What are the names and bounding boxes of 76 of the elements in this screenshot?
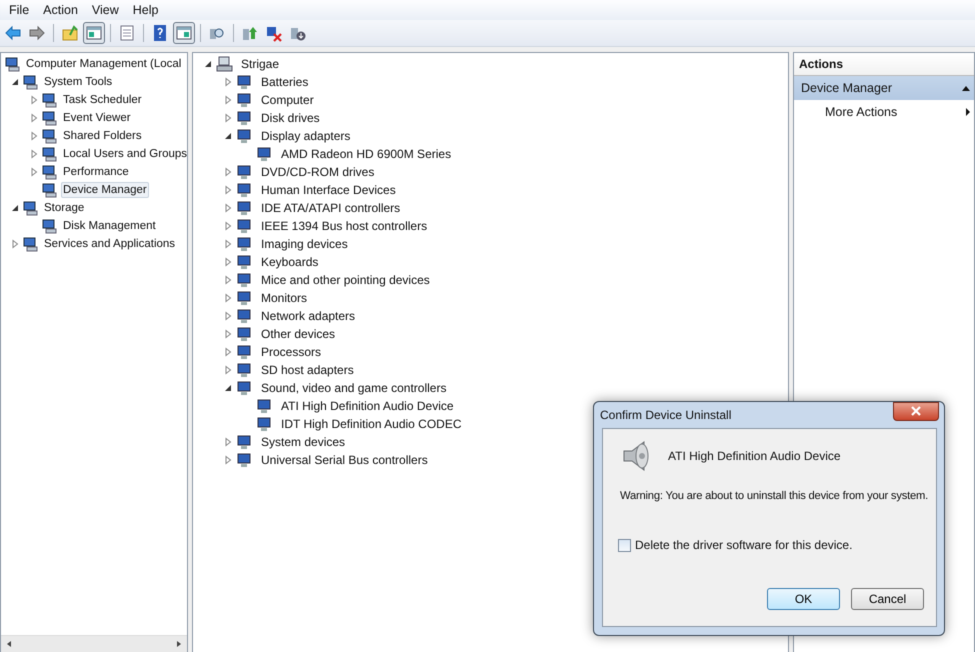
tree-node-icon bbox=[42, 128, 58, 144]
tree-item[interactable]: Computer Management (Local bbox=[24, 56, 184, 72]
tree-node-icon bbox=[23, 236, 39, 252]
tree-item[interactable]: IEEE 1394 Bus host controllers bbox=[258, 217, 430, 235]
back-arrow-icon bbox=[4, 24, 22, 42]
computer-icon bbox=[216, 56, 234, 72]
menu-item[interactable]: Action bbox=[36, 3, 85, 17]
folder-icon bbox=[61, 24, 79, 42]
tree-item[interactable]: Services and Applications bbox=[42, 236, 178, 252]
tree-node-icon bbox=[23, 74, 39, 90]
menu-item[interactable]: Help bbox=[126, 3, 166, 17]
menu-item[interactable]: View bbox=[84, 3, 126, 17]
checkbox[interactable] bbox=[618, 538, 631, 552]
toolbar-button[interactable] bbox=[173, 22, 195, 44]
tree-item[interactable]: IDT High Definition Audio CODEC bbox=[278, 415, 465, 433]
list-icon bbox=[118, 24, 136, 42]
ok-button[interactable]: OK bbox=[767, 588, 840, 610]
horizontal-scrollbar[interactable] bbox=[1, 635, 187, 652]
tree-node-icon bbox=[42, 110, 58, 126]
menu-item[interactable]: File bbox=[2, 3, 36, 17]
tree-item[interactable]: Disk Management bbox=[61, 218, 158, 234]
tree-item[interactable]: Disk drives bbox=[258, 109, 323, 127]
tree-item[interactable]: IDE ATA/ATAPI controllers bbox=[258, 199, 404, 217]
tree-node-icon bbox=[5, 56, 21, 72]
tree-item[interactable]: Shared Folders bbox=[61, 128, 144, 144]
tree-item[interactable]: Strigae bbox=[238, 55, 282, 73]
close-icon bbox=[911, 406, 921, 416]
tree-item[interactable]: Other devices bbox=[258, 325, 338, 343]
tree-item[interactable]: Task Scheduler bbox=[61, 92, 144, 108]
tree-item[interactable]: Local Users and Groups bbox=[61, 146, 187, 162]
toolbar-button[interactable] bbox=[83, 22, 105, 44]
tree-item[interactable]: Batteries bbox=[258, 73, 312, 91]
close-button[interactable] bbox=[893, 402, 939, 420]
tree-item[interactable]: Display adapters bbox=[258, 127, 354, 145]
action-section-header[interactable]: Device Manager bbox=[794, 76, 974, 100]
tree-item[interactable]: Human Interface Devices bbox=[258, 181, 399, 199]
tree-node-icon bbox=[42, 92, 58, 108]
tree-item[interactable]: Processors bbox=[258, 343, 324, 361]
device-name: ATI High Definition Audio Device bbox=[668, 449, 841, 463]
help-icon bbox=[151, 24, 169, 42]
checkbox-label[interactable]: Delete the driver software for this device. bbox=[635, 538, 852, 552]
tree-item[interactable]: Mice and other pointing devices bbox=[258, 271, 433, 289]
tree-item[interactable]: ATI High Definition Audio Device bbox=[278, 397, 457, 415]
warning-message: Warning: You are about to uninstall this device from your system. bbox=[620, 490, 926, 502]
tree-item[interactable]: Monitors bbox=[258, 289, 310, 307]
scroll-right-icon[interactable] bbox=[175, 640, 183, 648]
tree-item[interactable]: Universal Serial Bus controllers bbox=[258, 451, 431, 469]
tree-item[interactable]: Storage bbox=[42, 200, 86, 216]
tree-node-icon bbox=[42, 146, 58, 162]
tree-item[interactable]: Device Manager bbox=[61, 182, 149, 198]
tree-item[interactable]: AMD Radeon HD 6900M Series bbox=[278, 145, 454, 163]
tree-item[interactable]: Keyboards bbox=[258, 253, 322, 271]
tree-item[interactable]: DVD/CD-ROM drives bbox=[258, 163, 378, 181]
uninstall-icon bbox=[265, 24, 283, 42]
forward-arrow-icon bbox=[28, 24, 46, 42]
pane-icon bbox=[175, 24, 193, 42]
tree-node-icon bbox=[42, 182, 58, 198]
tree-item[interactable]: Event Viewer bbox=[61, 110, 133, 126]
tree-item[interactable]: Imaging devices bbox=[258, 235, 351, 253]
pane-icon bbox=[85, 24, 103, 42]
tree-item[interactable]: Network adapters bbox=[258, 307, 358, 325]
tree-item[interactable]: System Tools bbox=[42, 74, 114, 90]
tree-item[interactable]: Performance bbox=[61, 164, 131, 180]
dialog-title: Confirm Device Uninstall bbox=[600, 408, 732, 422]
tree-item[interactable]: System devices bbox=[258, 433, 348, 451]
tree-item[interactable]: SD host adapters bbox=[258, 361, 357, 379]
scroll-left-icon[interactable] bbox=[5, 640, 13, 648]
tree-node-icon bbox=[23, 200, 39, 216]
tree-item[interactable]: Computer bbox=[258, 91, 317, 109]
tree-item[interactable]: Sound, video and game controllers bbox=[258, 379, 450, 397]
collapse-arrow-icon[interactable] bbox=[961, 84, 971, 92]
submenu-arrow-icon bbox=[965, 107, 971, 117]
action-link[interactable]: More Actions bbox=[794, 100, 974, 124]
tree-node-icon bbox=[42, 218, 58, 234]
cancel-button[interactable]: Cancel bbox=[851, 588, 924, 610]
tree-node-icon bbox=[42, 164, 58, 180]
